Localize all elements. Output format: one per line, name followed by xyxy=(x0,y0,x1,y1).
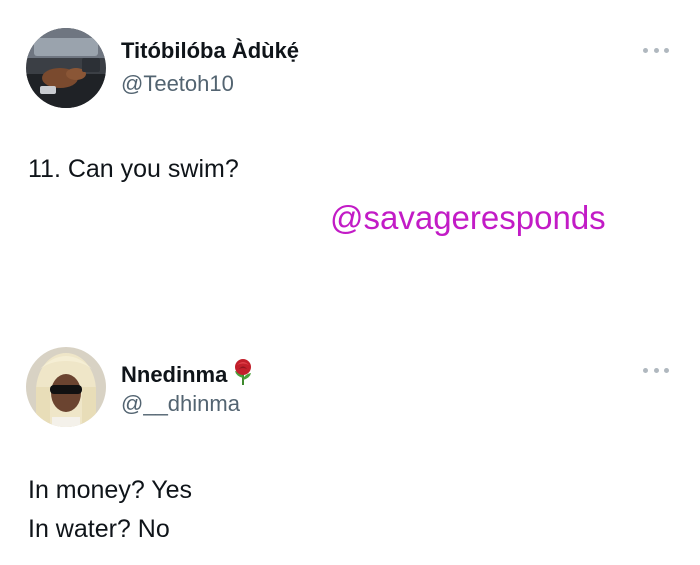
display-name-text: Nnedinma xyxy=(121,362,228,387)
tweet-card[interactable]: Nnedinma @__dhinma In money? Yes In wate… xyxy=(0,320,700,565)
watermark-text: @savageresponds xyxy=(330,199,606,236)
dot xyxy=(643,47,648,53)
tweet-text: 11. Can you swim? xyxy=(28,155,239,183)
avatar[interactable] xyxy=(26,28,106,108)
display-name[interactable]: Nnedinma xyxy=(121,358,255,392)
rose-emoji-icon xyxy=(231,358,255,392)
avatar[interactable] xyxy=(26,347,106,427)
avatar-photo-icon xyxy=(26,28,106,108)
tweet-text-line: In water? No xyxy=(28,515,170,543)
dot xyxy=(643,367,648,373)
tweet-card[interactable]: Titóbilóba Àdùkẹ́ @Teetoh10 11. Can you … xyxy=(0,0,700,320)
dot xyxy=(664,47,669,53)
tweet-text-line: In money? Yes xyxy=(28,476,193,504)
dot xyxy=(653,367,659,373)
dot xyxy=(653,47,659,53)
display-name[interactable]: Titóbilóba Àdùkẹ́ xyxy=(121,38,299,64)
more-options-icon[interactable] xyxy=(643,45,669,55)
username-handle[interactable]: @Teetoh10 xyxy=(121,71,234,97)
username-handle[interactable]: @__dhinma xyxy=(121,391,240,417)
dot xyxy=(664,367,669,373)
more-options-icon[interactable] xyxy=(643,365,669,375)
avatar-photo-icon xyxy=(26,347,106,427)
